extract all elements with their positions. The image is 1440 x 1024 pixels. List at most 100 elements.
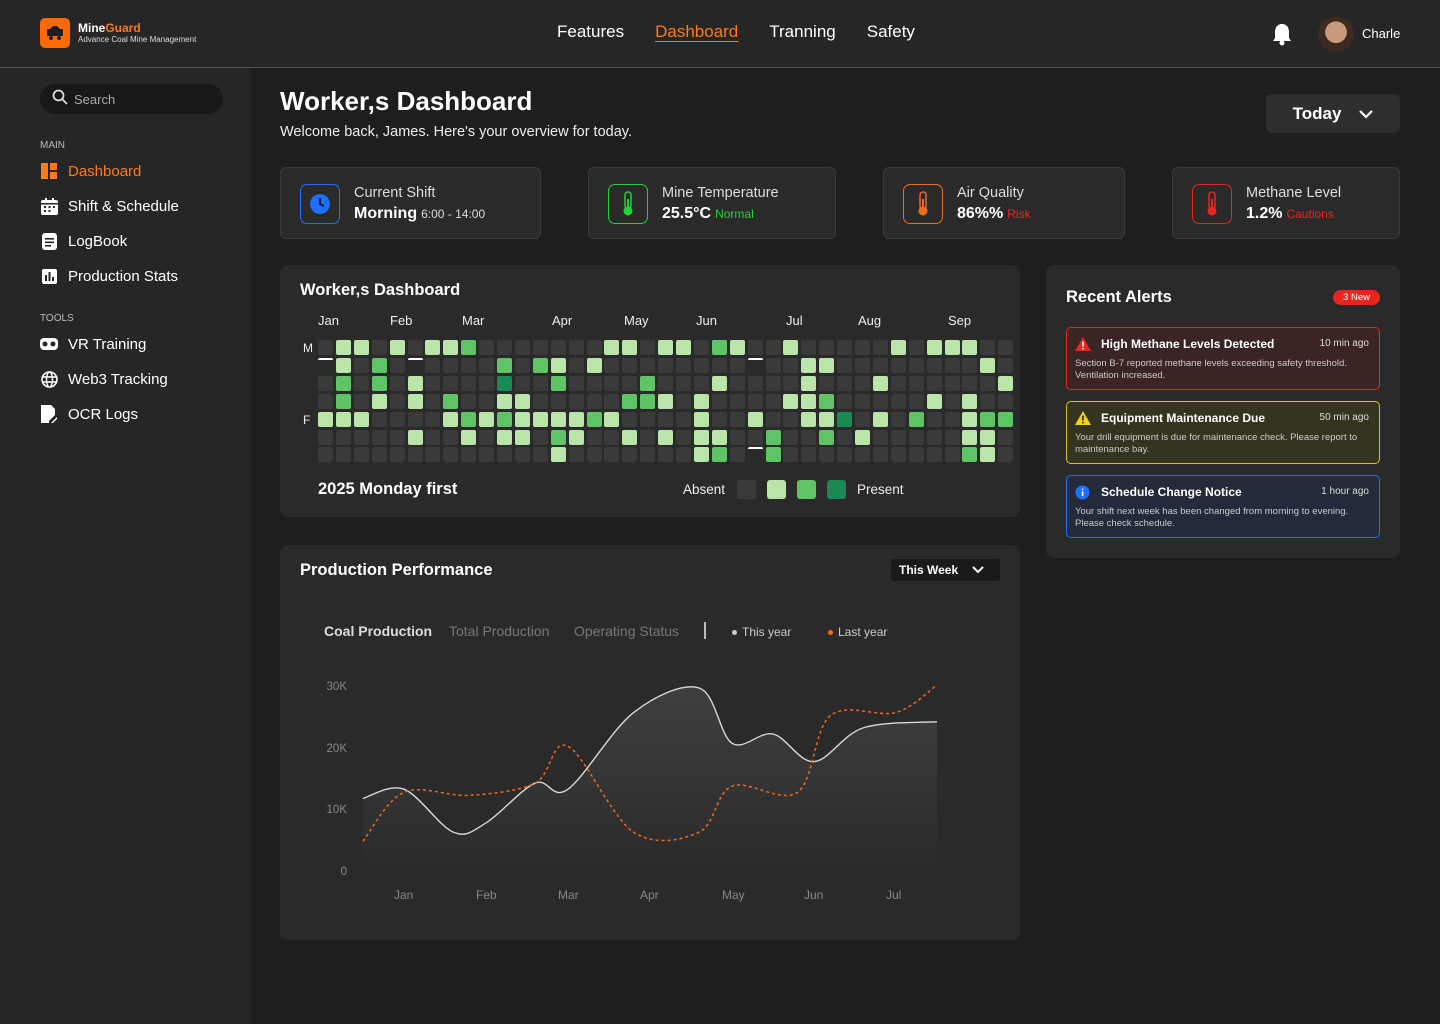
heatmap-cell[interactable] [711,375,727,391]
heatmap-cell[interactable] [461,429,477,445]
heatmap-cell[interactable] [872,393,888,409]
heatmap-cell[interactable] [497,375,512,391]
nav-safety[interactable]: Safety [867,22,915,42]
heatmap-cell[interactable] [353,357,369,373]
heatmap-cell[interactable] [962,357,978,373]
heatmap-cell[interactable] [801,429,817,445]
heatmap-cell[interactable] [514,447,530,463]
heatmap-cell[interactable] [676,357,691,373]
heatmap-cell[interactable] [318,447,333,463]
heatmap-cell[interactable] [783,357,799,373]
heatmap-cell[interactable] [962,340,978,355]
heatmap-cell[interactable] [872,340,888,355]
heatmap-cell[interactable] [497,340,512,355]
heatmap-cell[interactable] [514,393,530,409]
heatmap-cell[interactable] [711,429,727,445]
heatmap-cell[interactable] [819,429,835,445]
nav-training[interactable]: Tranning [769,22,835,42]
heatmap-cell[interactable] [783,429,799,445]
range-dropdown[interactable]: This Week [891,559,1000,581]
alert-card[interactable]: Schedule Change Notice 1 hour ago Your s… [1066,475,1380,538]
heatmap-cell[interactable] [711,340,727,355]
heatmap-cell[interactable] [443,393,459,409]
heatmap-cell[interactable] [318,357,333,373]
heatmap-cell[interactable] [980,429,996,445]
heatmap-cell[interactable] [658,393,674,409]
heatmap-cell[interactable] [371,447,387,463]
heatmap-cell[interactable] [908,393,924,409]
heatmap-cell[interactable] [586,411,602,427]
heatmap-cell[interactable] [550,429,566,445]
heatmap-cell[interactable] [837,375,853,391]
heatmap-cell[interactable] [640,429,656,445]
heatmap-cell[interactable] [729,447,745,463]
heatmap-cell[interactable] [371,393,387,409]
heatmap-cell[interactable] [479,429,495,445]
heatmap-cell[interactable] [747,411,763,427]
heatmap-cell[interactable] [962,375,978,391]
heatmap-cell[interactable] [872,447,888,463]
heatmap-cell[interactable] [514,375,530,391]
heatmap-cell[interactable] [335,393,351,409]
heatmap-cell[interactable] [586,393,602,409]
heatmap-cell[interactable] [693,375,709,391]
heatmap-cell[interactable] [389,411,405,427]
heatmap-cell[interactable] [479,393,495,409]
heatmap-cell[interactable] [425,429,441,445]
heatmap-cell[interactable] [926,357,942,373]
search-box[interactable] [40,84,223,114]
heatmap-cell[interactable] [335,375,351,391]
heatmap-cell[interactable] [837,411,853,427]
heatmap-cell[interactable] [676,375,691,391]
logo[interactable]: MineGuard Advance Coal Mine Management [40,18,196,48]
heatmap-cell[interactable] [980,340,996,355]
heatmap-cell[interactable] [801,393,817,409]
nav-features[interactable]: Features [557,22,624,42]
heatmap-cell[interactable] [622,357,638,373]
heatmap-cell[interactable] [908,357,924,373]
heatmap-cell[interactable] [407,447,423,463]
heatmap-cell[interactable] [604,429,620,445]
heatmap-cell[interactable] [318,429,333,445]
period-dropdown[interactable]: Today [1266,94,1400,133]
heatmap-cell[interactable] [998,375,1014,391]
heatmap-cell[interactable] [407,357,423,373]
heatmap-cell[interactable] [890,375,906,391]
heatmap-cell[interactable] [890,447,906,463]
heatmap-cell[interactable] [676,340,691,355]
heatmap-cell[interactable] [658,375,674,391]
heatmap-cell[interactable] [765,411,781,427]
heatmap-cell[interactable] [461,393,477,409]
heatmap-cell[interactable] [926,375,942,391]
heatmap-cell[interactable] [926,429,942,445]
heatmap-cell[interactable] [407,393,423,409]
heatmap-cell[interactable] [747,357,763,373]
heatmap-cell[interactable] [514,411,530,427]
heatmap-cell[interactable] [801,447,817,463]
heatmap-cell[interactable] [765,340,781,355]
heatmap-cell[interactable] [747,447,763,463]
heatmap-cell[interactable] [622,393,638,409]
heatmap-cell[interactable] [676,447,691,463]
heatmap-cell[interactable] [389,447,405,463]
heatmap-cell[interactable] [407,375,423,391]
heatmap-cell[interactable] [586,340,602,355]
heatmap-cell[interactable] [479,340,495,355]
heatmap-cell[interactable] [801,411,817,427]
heatmap-cell[interactable] [926,340,942,355]
heatmap-cell[interactable] [908,447,924,463]
heatmap-cell[interactable] [479,357,495,373]
heatmap-cell[interactable] [729,411,745,427]
heatmap-cell[interactable] [658,357,674,373]
heatmap-cell[interactable] [532,357,548,373]
heatmap-cell[interactable] [944,357,960,373]
heatmap-cell[interactable] [926,411,942,427]
heatmap-cell[interactable] [335,340,351,355]
heatmap-cell[interactable] [425,411,441,427]
heatmap-cell[interactable] [371,357,387,373]
heatmap-cell[interactable] [318,375,333,391]
heatmap-cell[interactable] [729,429,745,445]
heatmap-cell[interactable] [568,429,584,445]
heatmap-cell[interactable] [604,393,620,409]
heatmap-cell[interactable] [676,393,691,409]
